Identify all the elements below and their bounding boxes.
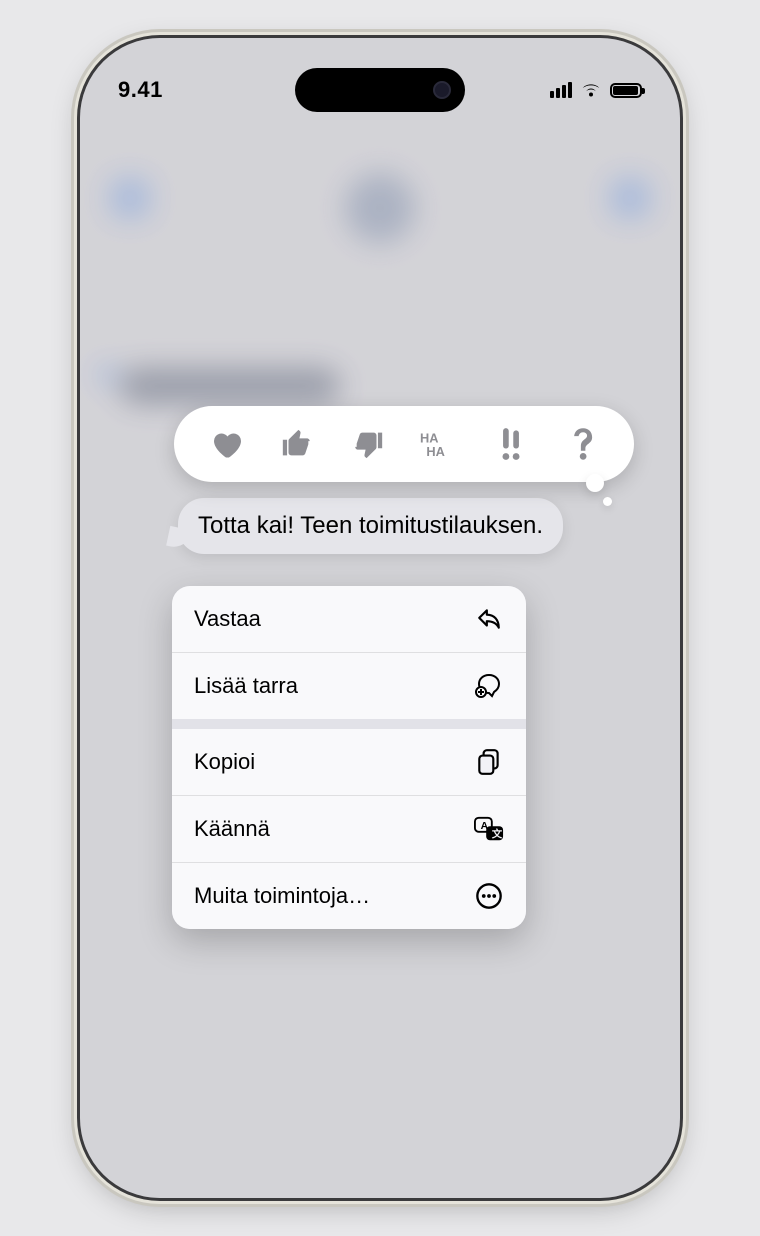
menu-copy-label: Kopioi <box>194 749 255 775</box>
menu-reply-label: Vastaa <box>194 606 261 632</box>
tapback-question[interactable] <box>556 418 608 470</box>
tapback-thumbs-down[interactable] <box>342 418 394 470</box>
sticker-icon <box>474 671 504 701</box>
message-text: Totta kai! Teen toimitustilauksen. <box>198 512 543 539</box>
copy-icon <box>474 747 504 777</box>
status-time: 9.41 <box>118 77 163 103</box>
battery-icon <box>610 83 642 98</box>
menu-more[interactable]: Muita toimintoja… <box>172 862 526 929</box>
tapback-heart[interactable] <box>200 418 252 470</box>
menu-copy[interactable]: Kopioi <box>172 729 526 795</box>
more-icon <box>474 881 504 911</box>
menu-add-sticker[interactable]: Lisää tarra <box>172 652 526 719</box>
iphone-frame: 9.41 HA HA <box>80 38 680 1198</box>
menu-translate[interactable]: Käännä A 文 <box>172 795 526 862</box>
cellular-icon <box>550 82 572 98</box>
dynamic-island <box>295 68 465 112</box>
tapback-haha[interactable]: HA HA <box>414 418 466 470</box>
menu-translate-label: Käännä <box>194 816 270 842</box>
menu-separator <box>172 719 526 729</box>
menu-reply[interactable]: Vastaa <box>172 586 526 652</box>
wifi-icon <box>580 82 602 98</box>
menu-sticker-label: Lisää tarra <box>194 673 298 699</box>
menu-more-label: Muita toimintoja… <box>194 883 370 909</box>
tapback-thumbs-up[interactable] <box>271 418 323 470</box>
context-menu: Vastaa Lisää tarra Kopioi Käännä <box>172 586 526 929</box>
reply-icon <box>474 604 504 634</box>
tapback-bar: HA HA <box>174 406 634 482</box>
tapback-exclaim[interactable] <box>485 418 537 470</box>
svg-text:文: 文 <box>491 827 503 840</box>
translate-icon: A 文 <box>474 814 504 844</box>
message-bubble[interactable]: Totta kai! Teen toimitustilauksen. <box>178 498 563 554</box>
svg-text:HA: HA <box>426 444 444 459</box>
svg-text:HA: HA <box>420 430 438 445</box>
